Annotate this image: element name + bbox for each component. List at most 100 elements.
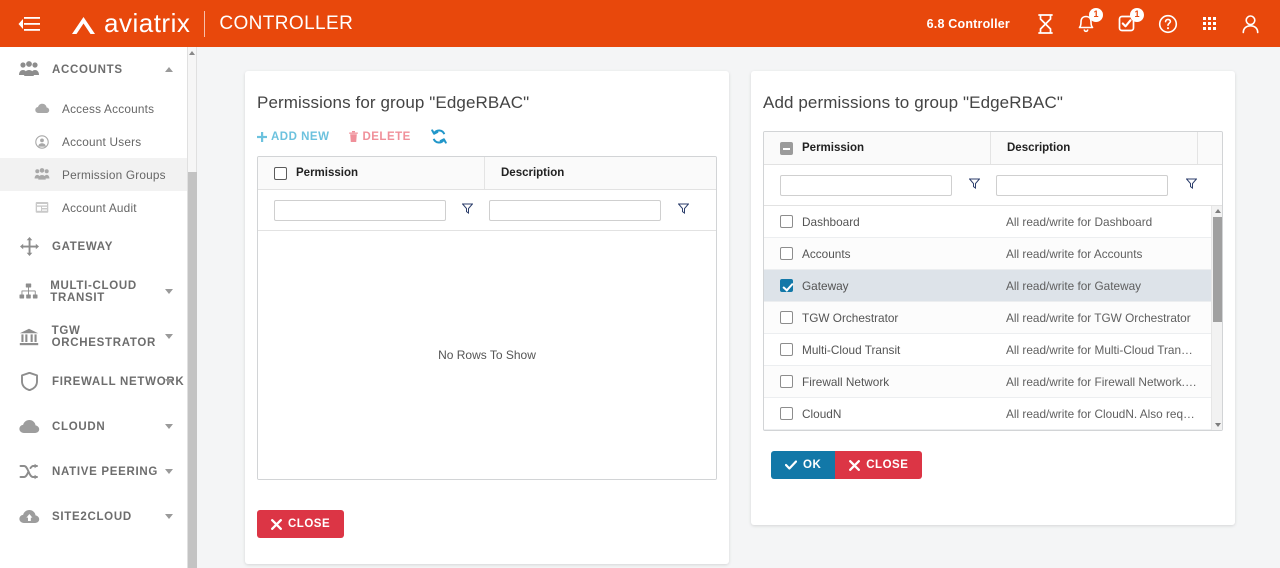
description-filter-icon[interactable] <box>1186 176 1197 194</box>
table-row[interactable]: AccountsAll read/write for Accounts <box>764 238 1222 270</box>
sidebar-group-firewall-network[interactable]: FIREWALL NETWORK <box>0 359 187 404</box>
sidebar-scrollbar-thumb[interactable] <box>188 172 197 568</box>
description-filter-input[interactable] <box>489 200 661 221</box>
row-checkbox-cell[interactable] <box>764 407 802 420</box>
sidebar-scrollbar[interactable] <box>188 47 197 568</box>
right-grid-scrollbar-thumb[interactable] <box>1213 217 1222 322</box>
chevron-down-icon[interactable] <box>165 424 173 429</box>
left-close-button[interactable]: CLOSE <box>257 510 344 538</box>
no-rows-message: No Rows To Show <box>438 348 536 362</box>
cell-permission: CloudN <box>802 407 990 421</box>
table-row[interactable]: Multi-Cloud TransitAll read/write for Mu… <box>764 334 1222 366</box>
column-header-permission[interactable]: Permission <box>296 157 484 189</box>
sidebar-item-permission-groups[interactable]: Permission Groups <box>0 158 187 191</box>
row-checkbox-cell[interactable] <box>764 215 802 228</box>
row-checkbox[interactable] <box>780 215 793 228</box>
delete-button[interactable]: DELETE <box>349 131 410 143</box>
brand-logo[interactable]: aviatrix CONTROLLER <box>70 8 353 39</box>
row-checkbox-cell[interactable] <box>764 247 802 260</box>
column-label: Description <box>1007 142 1070 154</box>
row-checkbox[interactable] <box>780 279 793 292</box>
user-avatar-icon[interactable] <box>1238 11 1262 37</box>
help-icon[interactable] <box>1156 11 1180 37</box>
refresh-icon[interactable] <box>431 129 447 144</box>
ok-button[interactable]: OK <box>771 451 835 479</box>
sidebar-item-account-audit[interactable]: Account Audit <box>0 191 187 224</box>
row-checkbox[interactable] <box>780 311 793 324</box>
brand-divider <box>204 11 205 37</box>
chevron-down-icon[interactable] <box>165 379 173 384</box>
row-checkbox[interactable] <box>780 407 793 420</box>
hamburger-menu-icon[interactable] <box>16 11 42 37</box>
chevron-down-icon[interactable] <box>165 289 173 294</box>
column-label: Permission <box>802 142 864 154</box>
scroll-up-arrow-icon[interactable] <box>1215 209 1221 213</box>
column-header-description[interactable]: Description <box>484 157 714 189</box>
delete-label: DELETE <box>362 131 410 143</box>
cloud-icon <box>30 103 54 114</box>
cloud-filled-icon <box>14 419 44 434</box>
scroll-down-arrow-icon[interactable] <box>1215 423 1221 427</box>
left-panel-footer: CLOSE <box>257 510 344 538</box>
bell-icon[interactable]: 1 <box>1074 11 1098 37</box>
description-filter-icon[interactable] <box>678 201 689 219</box>
cloud-upload-icon <box>14 509 44 524</box>
scroll-up-arrow-icon[interactable] <box>189 51 195 55</box>
select-all-checkbox[interactable] <box>780 142 793 155</box>
table-row[interactable]: Firewall NetworkAll read/write for Firew… <box>764 366 1222 398</box>
tasks-checkbox-icon[interactable]: 1 <box>1115 11 1139 37</box>
row-checkbox[interactable] <box>780 343 793 356</box>
table-row[interactable]: DashboardAll read/write for Dashboard <box>764 206 1222 238</box>
permission-filter-input[interactable] <box>780 175 952 196</box>
hourglass-icon[interactable] <box>1033 11 1057 37</box>
group-icon <box>30 168 54 181</box>
trash-icon <box>349 131 358 142</box>
column-header-permission[interactable]: Permission <box>802 132 990 164</box>
add-new-button[interactable]: ADD NEW <box>257 131 329 143</box>
table-row[interactable]: CloudNAll read/write for CloudN. Also re… <box>764 398 1222 430</box>
cell-permission: TGW Orchestrator <box>802 311 990 325</box>
brand-name: aviatrix <box>104 8 190 39</box>
row-checkbox-cell[interactable] <box>764 311 802 324</box>
column-header-spacer <box>1197 132 1220 164</box>
sidebar-group-site2cloud[interactable]: SITE2CLOUD <box>0 494 187 539</box>
row-checkbox-cell[interactable] <box>764 279 802 292</box>
sidebar-group-tgw-orchestrator[interactable]: TGW ORCHESTRATOR <box>0 314 187 359</box>
table-row[interactable]: GatewayAll read/write for Gateway <box>764 270 1222 302</box>
x-icon <box>271 519 282 530</box>
column-header-description[interactable]: Description <box>990 132 1197 164</box>
sidebar-group-cloudn[interactable]: CLOUDN <box>0 404 187 449</box>
select-all-checkbox[interactable] <box>274 167 287 180</box>
select-all-header-cell[interactable] <box>764 132 802 164</box>
chevron-up-icon[interactable] <box>165 67 173 72</box>
sidebar-group-native-peering[interactable]: NATIVE PEERING <box>0 449 187 494</box>
row-checkbox-cell[interactable] <box>764 343 802 356</box>
chevron-down-icon[interactable] <box>165 514 173 519</box>
permission-filter-icon[interactable] <box>969 176 980 194</box>
sidebar-group-gateway[interactable]: GATEWAY <box>0 224 187 269</box>
row-checkbox[interactable] <box>780 375 793 388</box>
column-label: Permission <box>296 167 358 179</box>
row-checkbox[interactable] <box>780 247 793 260</box>
chevron-down-icon[interactable] <box>165 469 173 474</box>
row-checkbox-cell[interactable] <box>764 375 802 388</box>
permission-filter-icon[interactable] <box>462 201 473 219</box>
description-filter-input[interactable] <box>996 175 1168 196</box>
brand-subtitle: CONTROLLER <box>219 13 353 35</box>
cell-permission: Multi-Cloud Transit <box>802 343 990 357</box>
chevron-down-icon[interactable] <box>165 334 173 339</box>
sidebar-group-accounts[interactable]: ACCOUNTS <box>0 47 187 92</box>
sidebar-group-multi-cloud-transit[interactable]: MULTI-CLOUD TRANSIT <box>0 269 187 314</box>
right-close-button[interactable]: CLOSE <box>835 451 922 479</box>
user-circle-icon <box>30 135 54 149</box>
table-row[interactable]: TGW OrchestratorAll read/write for TGW O… <box>764 302 1222 334</box>
left-panel-title: Permissions for group "EdgeRBAC" <box>245 71 729 113</box>
permission-filter-input[interactable] <box>274 200 446 221</box>
accounts-icon <box>14 61 44 78</box>
apps-grid-icon[interactable] <box>1197 11 1221 37</box>
sidebar-item-access-accounts[interactable]: Access Accounts <box>0 92 187 125</box>
bell-badge: 1 <box>1089 8 1103 22</box>
right-grid-scrollbar[interactable] <box>1211 206 1222 430</box>
select-all-header-cell[interactable] <box>258 157 296 189</box>
sidebar-item-account-users[interactable]: Account Users <box>0 125 187 158</box>
